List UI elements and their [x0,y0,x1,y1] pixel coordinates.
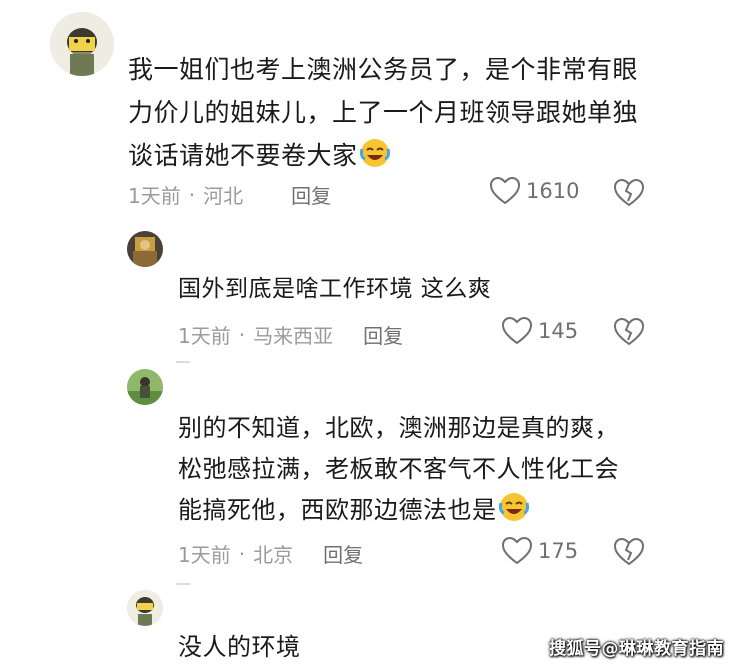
comment-time: 1天前 [178,324,231,348]
avatar[interactable] [127,590,163,626]
comment-location: 北京 [253,543,294,567]
comment-text: 没人的环境 [178,627,301,667]
comment-text: 我一姐们也考上澳洲公务员了，是个非常有眼 力价儿的姐妹儿，上了一个月班领导跟她单… [128,48,638,177]
comment-line: 能搞死他，西欧那边德法也是 [178,490,619,531]
avatar[interactable] [127,231,163,267]
comment-line: 国外到底是啥工作环境 这么爽 [178,276,492,302]
comment-line: 力价儿的姐妹儿，上了一个月班领导跟她单独 [128,98,639,127]
divider [176,583,190,585]
comment-time: 1天前 [128,184,181,208]
like-count: 145 [538,319,579,343]
comment-meta: 1天前 · 北京 回复 [178,539,363,568]
meta-dot: · [238,541,246,566]
comment-meta: 1天前 · 马来西亚 回复 [178,320,403,349]
comment-text: 别的不知道，北欧，澳洲那边是真的爽， 松弛感拉满，老板敢不客气不人性化工会 能搞… [178,408,619,531]
comment-line: 谈话请她不要卷大家 [128,134,638,177]
like-button[interactable]: 145 [502,317,578,345]
reply-button[interactable]: 回复 [323,539,363,568]
comment-line: 松弛感拉满，老板敢不客气不人性化工会 [178,455,619,483]
laughing-crying-emoji-icon [359,139,390,167]
comment-line: 别的不知道，北欧，澳洲那边是真的爽， [178,414,619,442]
reply-button[interactable]: 回复 [363,320,403,349]
like-count: 175 [538,539,579,563]
reply-button[interactable]: 回复 [291,180,331,209]
like-button[interactable]: 1610 [490,177,579,205]
comment-time: 1天前 [178,543,231,567]
comment-text: 国外到底是啥工作环境 这么爽 [178,269,491,309]
like-button[interactable]: 175 [502,537,578,565]
comment-location: 河北 [203,184,244,208]
heart-icon [502,317,532,345]
watermark: 搜狐号@琳琳教育指南 [549,639,724,659]
broken-heart-icon[interactable] [614,179,644,207]
meta-dot: · [188,182,196,207]
comment-line: 我一姐们也考上澳洲公务员了，是个非常有眼 [128,55,639,84]
laughing-crying-emoji-icon [498,493,529,521]
comment-line: 没人的环境 [178,633,301,661]
avatar[interactable] [127,369,163,405]
meta-dot: · [238,322,246,347]
comment-location: 马来西亚 [253,324,334,348]
avatar[interactable] [50,12,114,76]
heart-icon [490,177,520,205]
like-count: 1610 [526,179,580,203]
divider [176,361,190,363]
broken-heart-icon[interactable] [614,538,644,566]
heart-icon [502,537,532,565]
broken-heart-icon[interactable] [614,318,644,346]
comment-meta: 1天前 · 河北 回复 [128,180,331,209]
